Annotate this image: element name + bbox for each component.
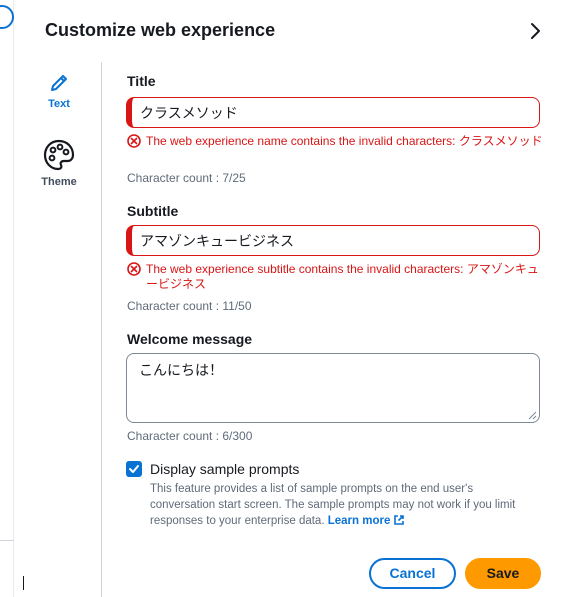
sample-prompts-help: This feature provides a list of sample p… [150, 481, 535, 529]
checkmark-icon [129, 465, 139, 473]
welcome-message-textarea[interactable]: こんにちは！ [126, 353, 540, 423]
rail-item-theme[interactable]: Theme [30, 138, 88, 188]
radio-circle-icon [0, 5, 14, 29]
resize-grip-icon[interactable] [528, 411, 537, 420]
pencil-icon [51, 75, 67, 91]
title-error-text: The web experience name contains the inv… [146, 134, 543, 148]
rail-item-text[interactable]: Text [30, 72, 88, 110]
welcome-character-count: Character count : 6/300 [127, 429, 253, 443]
side-rail: Text Theme [30, 62, 102, 597]
error-icon [127, 262, 141, 276]
rail-item-label: Theme [41, 176, 77, 188]
title-input[interactable]: クラスメソッド [126, 97, 540, 128]
sample-prompts-checkbox[interactable] [126, 461, 142, 477]
subtitle-character-count: Character count : 11/50 [127, 299, 252, 313]
welcome-message-label: Welcome message [127, 331, 253, 347]
cancel-button[interactable]: Cancel [369, 558, 456, 589]
subtitle-label: Subtitle [127, 203, 179, 219]
subtitle-error-text: The web experience subtitle contains the… [146, 262, 539, 291]
subtitle-input[interactable]: アマゾンキュービジネス [126, 225, 540, 256]
subtitle-error: The web experience subtitle contains the… [127, 262, 547, 292]
text-cursor [23, 576, 24, 590]
panel-title: Customize web experience [45, 20, 276, 40]
left-gutter [0, 0, 14, 597]
chevron-right-icon[interactable] [524, 20, 546, 42]
learn-more-link[interactable]: Learn more [328, 515, 406, 527]
palette-icon [43, 139, 75, 171]
external-link-icon [394, 515, 405, 525]
title-error: The web experience name contains the inv… [127, 134, 547, 149]
title-label: Title [127, 73, 156, 89]
error-icon [127, 134, 141, 148]
save-button[interactable]: Save [465, 558, 541, 589]
learn-more-label: Learn more [327, 515, 391, 527]
sample-prompts-label[interactable]: Display sample prompts [150, 461, 299, 477]
title-character-count: Character count : 7/25 [127, 171, 246, 185]
rail-item-label: Text [48, 98, 70, 110]
divider [0, 540, 14, 541]
welcome-message-value: こんにちは！ [139, 362, 223, 378]
